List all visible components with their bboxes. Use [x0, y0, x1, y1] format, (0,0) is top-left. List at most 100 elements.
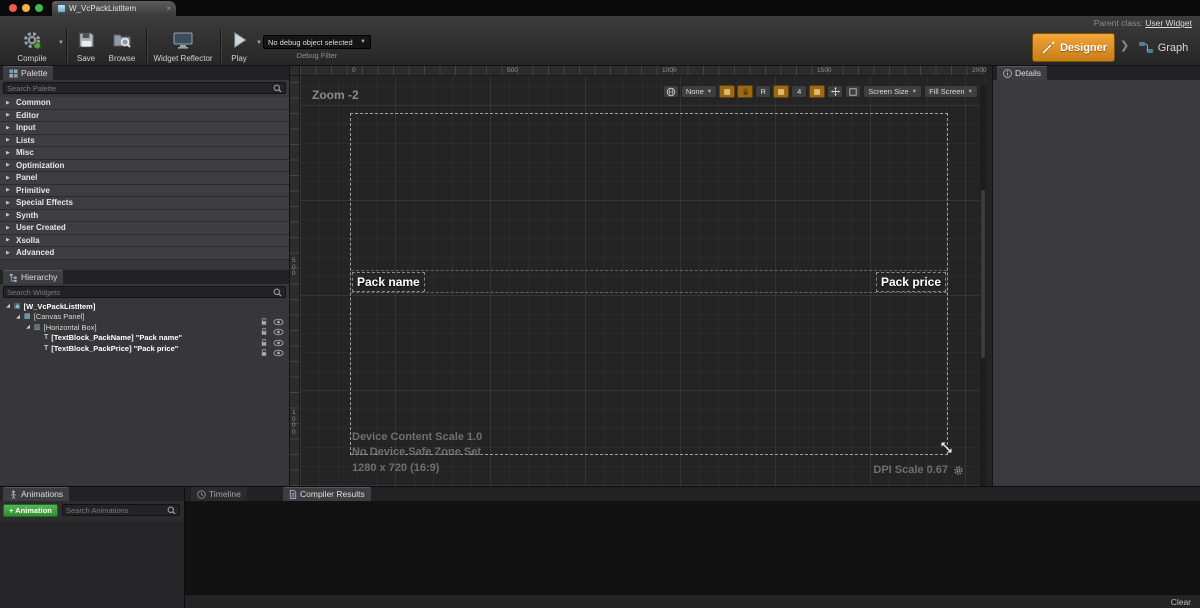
widget-preview-outline[interactable]: Pack name Pack price	[350, 113, 948, 455]
tab-hierarchy[interactable]: Hierarchy	[3, 270, 63, 284]
viewport-scrollbar[interactable]	[980, 86, 986, 486]
palette-category-lists[interactable]: ▶Lists	[0, 135, 289, 148]
animations-tabstrip: Animations	[0, 487, 184, 501]
localization-preview-button[interactable]	[663, 85, 679, 98]
debug-object-dropdown[interactable]: No debug object selected ▼	[263, 35, 371, 49]
culture-value: None	[686, 87, 704, 96]
animation-person-icon	[9, 490, 18, 499]
expander-icon[interactable]: ▶	[6, 200, 12, 206]
chevron-down-icon: ▼	[360, 39, 366, 45]
hierarchy-search-input[interactable]	[7, 288, 271, 297]
expander-icon[interactable]: ▶	[6, 150, 12, 156]
animations-search-field[interactable]	[62, 504, 180, 516]
palette-search-field[interactable]	[3, 82, 286, 94]
expander-icon[interactable]: ▶	[6, 212, 12, 218]
expander-icon[interactable]: ◢	[15, 314, 21, 320]
tab-animations[interactable]: Animations	[3, 487, 69, 501]
grid-size-button[interactable]: 4	[791, 85, 807, 98]
rotation-snap-button[interactable]: R	[755, 85, 771, 98]
hierarchy-item-canvas-panel[interactable]: ◢▦[Canvas Panel]	[0, 312, 289, 323]
compiler-results-log[interactable]	[185, 501, 1200, 594]
tab-compiler-results[interactable]: Compiler Results	[283, 487, 371, 501]
palette-category-panel[interactable]: ▶ Panel	[0, 172, 289, 185]
outline-toggle-icon[interactable]	[845, 85, 861, 98]
palette-category-optimization[interactable]: ▶Optimization	[0, 160, 289, 173]
design-viewport[interactable]: Zoom -2 None▼ ▦	[300, 76, 986, 486]
tab-details[interactable]: Details	[997, 66, 1047, 80]
zoom-level-label: Zoom -2	[312, 88, 359, 102]
visibility-eye-icon[interactable]	[273, 344, 284, 362]
transform-mode-icon[interactable]	[827, 85, 843, 98]
palette-category-misc[interactable]: ▶ Misc	[0, 147, 289, 160]
palette-category-user-created[interactable]: ▶ User Created	[0, 222, 289, 235]
preview-culture-dropdown[interactable]: None▼	[681, 85, 717, 98]
textblock-pack-price[interactable]: Pack price	[876, 272, 946, 292]
tab-palette[interactable]: Palette	[3, 66, 53, 80]
play-icon	[231, 30, 248, 50]
asset-tab[interactable]: W_VcPackListItem ×	[52, 1, 176, 16]
expander-icon[interactable]: ▶	[6, 125, 12, 131]
hierarchy-item-textblock-packprice-pack-price[interactable]: T[TextBlock_PackPrice] "Pack price"	[0, 343, 289, 354]
expander-icon[interactable]: ▶	[6, 225, 12, 231]
palette-category-input[interactable]: ▶Input	[0, 122, 289, 135]
expander-icon[interactable]: ◢	[5, 303, 11, 309]
expander-icon[interactable]: ▶	[6, 175, 12, 181]
compile-button[interactable]: Compile	[6, 28, 58, 65]
hierarchy-search-field[interactable]	[3, 286, 286, 298]
palette-category-label: User Created	[16, 223, 66, 232]
scrollbar-thumb[interactable]	[981, 190, 985, 358]
lock-open-icon[interactable]	[260, 344, 268, 362]
textblock-pack-name[interactable]: Pack name	[352, 272, 425, 292]
expander-icon[interactable]: ▶	[6, 237, 12, 243]
expander-icon[interactable]: ▶	[6, 137, 12, 143]
palette-category-label: Misc	[16, 148, 34, 157]
expander-icon[interactable]: ▶	[6, 187, 12, 193]
expander-icon[interactable]: ◢	[25, 324, 31, 330]
hierarchy-item-w-vcpacklistitem[interactable]: ◢▣[W_VcPackListItem]	[0, 301, 289, 312]
snap-grid-icon-2[interactable]: ▦	[773, 85, 789, 98]
expander-icon[interactable]: ▶	[6, 100, 12, 106]
play-button[interactable]: Play	[224, 28, 254, 65]
animations-search-input[interactable]	[66, 506, 165, 515]
screen-size-dropdown[interactable]: Screen Size▼	[863, 85, 922, 98]
expander-icon[interactable]: ▶	[6, 250, 12, 256]
palette-category-label: Panel	[16, 173, 37, 182]
parent-class-link[interactable]: User Widget	[1145, 18, 1192, 28]
save-button[interactable]: Save	[70, 28, 102, 65]
palette-search-input[interactable]	[7, 84, 271, 93]
resize-handle-icon[interactable]	[940, 441, 953, 459]
palette-category-special-effects[interactable]: ▶Special Effects	[0, 197, 289, 210]
tab-timeline[interactable]: Timeline	[191, 487, 247, 501]
graph-mode-button[interactable]: Graph	[1131, 33, 1195, 62]
palette-tabstrip: Palette	[0, 66, 289, 80]
palette-category-common[interactable]: ▶Common	[0, 97, 289, 110]
hierarchy-item-textblock-packname-pack-name[interactable]: T[TextBlock_PackName] "Pack name"	[0, 333, 289, 344]
palette-category-synth[interactable]: ▶Synth	[0, 210, 289, 223]
window-maximize-button[interactable]	[35, 4, 43, 12]
dpi-settings-gear-icon[interactable]	[953, 465, 964, 476]
play-dropdown-icon[interactable]: ▼	[256, 40, 262, 46]
add-animation-button[interactable]: + Animation	[3, 504, 58, 517]
window-close-button[interactable]	[9, 4, 17, 12]
lock-icon[interactable]	[737, 85, 753, 98]
window-minimize-button[interactable]	[22, 4, 30, 12]
fill-screen-dropdown[interactable]: Fill Screen▼	[924, 85, 978, 98]
palette-category-primitive[interactable]: ▶Primitive	[0, 185, 289, 198]
hierarchy-item-horizontal-box[interactable]: ◢▥[Horizontal Box]	[0, 322, 289, 333]
palette-category-editor[interactable]: ▶Editor	[0, 110, 289, 123]
expander-icon[interactable]: ▶	[6, 112, 12, 118]
horizontal-box-outline[interactable]: Pack name Pack price	[351, 270, 947, 293]
snap-grid-icon-3[interactable]: ▦	[809, 85, 825, 98]
palette-category-advanced[interactable]: ▶Advanced	[0, 247, 289, 260]
browse-button[interactable]: Browse	[104, 28, 140, 65]
tab-close-icon[interactable]: ×	[166, 4, 171, 13]
clear-button[interactable]: Clear	[1171, 597, 1191, 607]
widget-reflector-button[interactable]: Widget Reflector	[150, 28, 216, 65]
designer-mode-button[interactable]: Designer	[1032, 33, 1115, 62]
expander-icon[interactable]: ▶	[6, 162, 12, 168]
compile-dropdown-icon[interactable]: ▼	[58, 40, 64, 46]
blueprint-icon: ▣	[14, 303, 21, 310]
search-icon	[167, 506, 176, 515]
palette-category-xsolla[interactable]: ▶Xsolla	[0, 235, 289, 248]
snap-grid-icon[interactable]: ▦	[719, 85, 735, 98]
